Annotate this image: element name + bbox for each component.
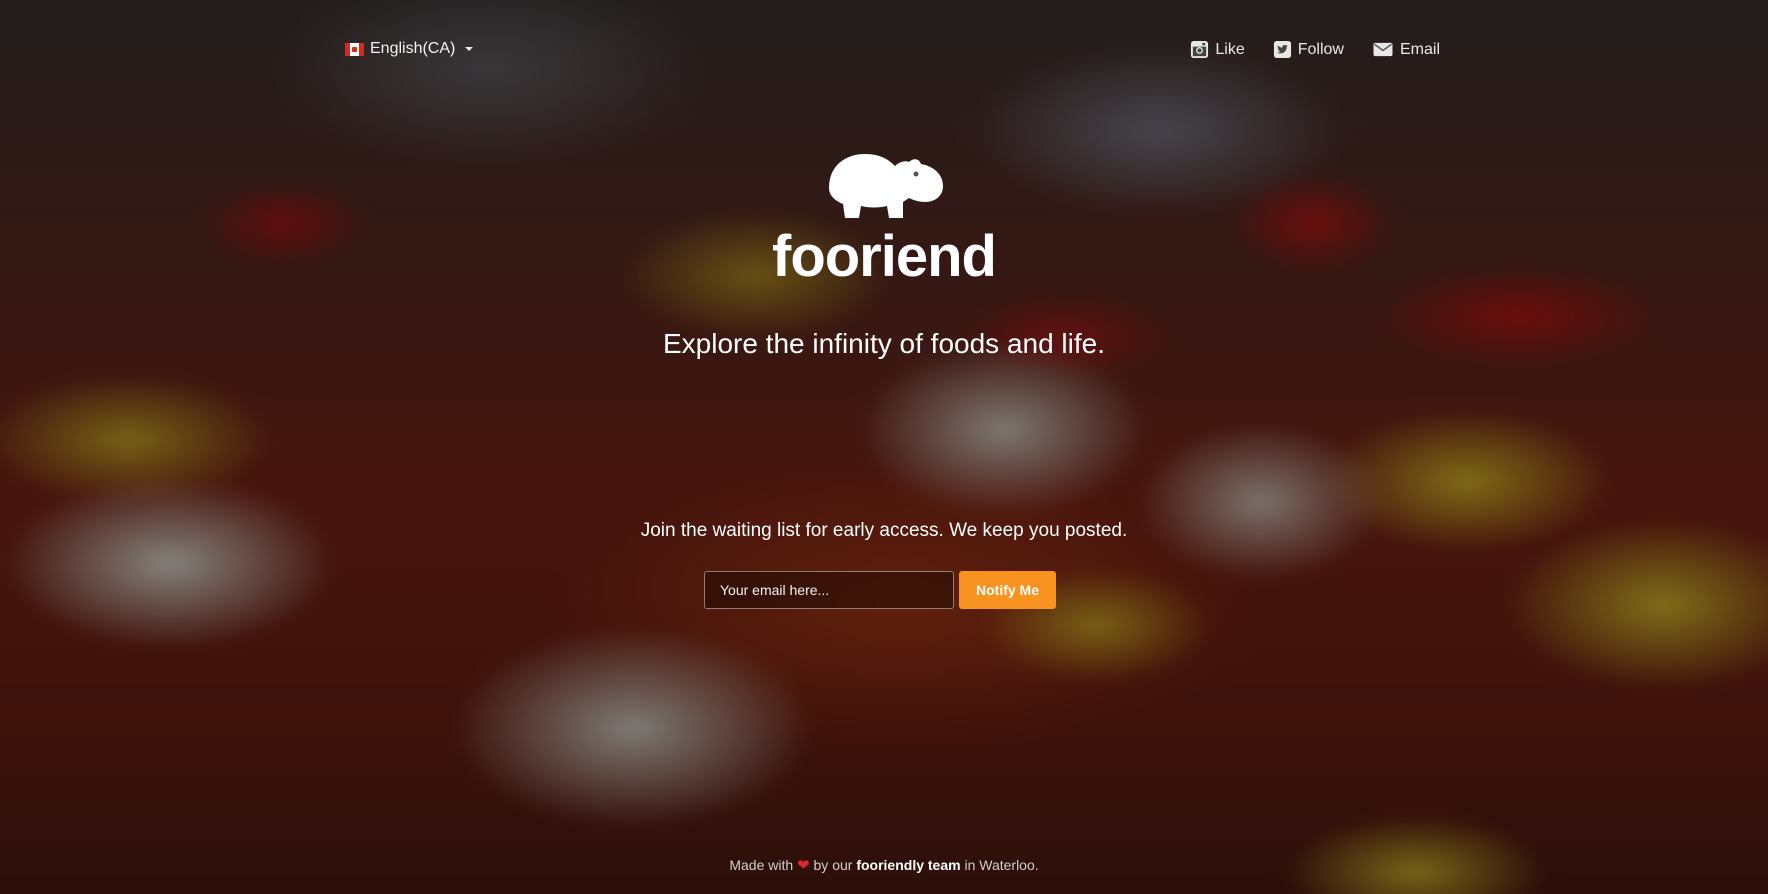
canada-flag-icon [345, 42, 364, 56]
signup-form: Notify Me [704, 571, 1056, 609]
envelope-icon [1373, 42, 1393, 57]
waiting-list-prompt: Join the waiting list for early access. … [640, 520, 1128, 541]
language-label: English(CA) [370, 40, 456, 57]
follow-link[interactable]: Follow [1273, 40, 1344, 59]
language-selector[interactable]: English(CA) [345, 40, 474, 58]
footer-credit: Made with ❤ by our fooriendly team in Wa… [0, 856, 1768, 874]
page-content: English(CA) Like Follow Email fooriend E… [0, 0, 1768, 894]
tagline: Explore the infinity of foods and life. [662, 328, 1106, 359]
like-label: Like [1215, 40, 1245, 58]
team-link[interactable]: fooriendly team [856, 857, 960, 873]
like-link[interactable]: Like [1190, 40, 1245, 59]
caret-down-icon [465, 47, 474, 51]
twitter-icon [1273, 40, 1291, 59]
brand-logo: fooriend [0, 148, 1768, 286]
footer-suffix: in Waterloo. [964, 857, 1039, 873]
landing-page: English(CA) Like Follow Email fooriend E… [0, 0, 1768, 894]
email-link[interactable]: Email [1372, 40, 1440, 59]
social-links: Like Follow Email [1190, 40, 1440, 59]
footer-prefix: Made with [729, 857, 794, 873]
footer-middle: by our [813, 857, 853, 873]
notify-me-button[interactable]: Notify Me [959, 571, 1056, 609]
heart-icon: ❤ [797, 857, 810, 874]
brand-name: fooriend [772, 224, 997, 289]
email-input[interactable] [704, 571, 954, 609]
follow-label: Follow [1297, 40, 1344, 58]
hippo-logo-icon [829, 154, 943, 218]
email-label: Email [1399, 40, 1440, 58]
instagram-icon [1191, 40, 1209, 59]
